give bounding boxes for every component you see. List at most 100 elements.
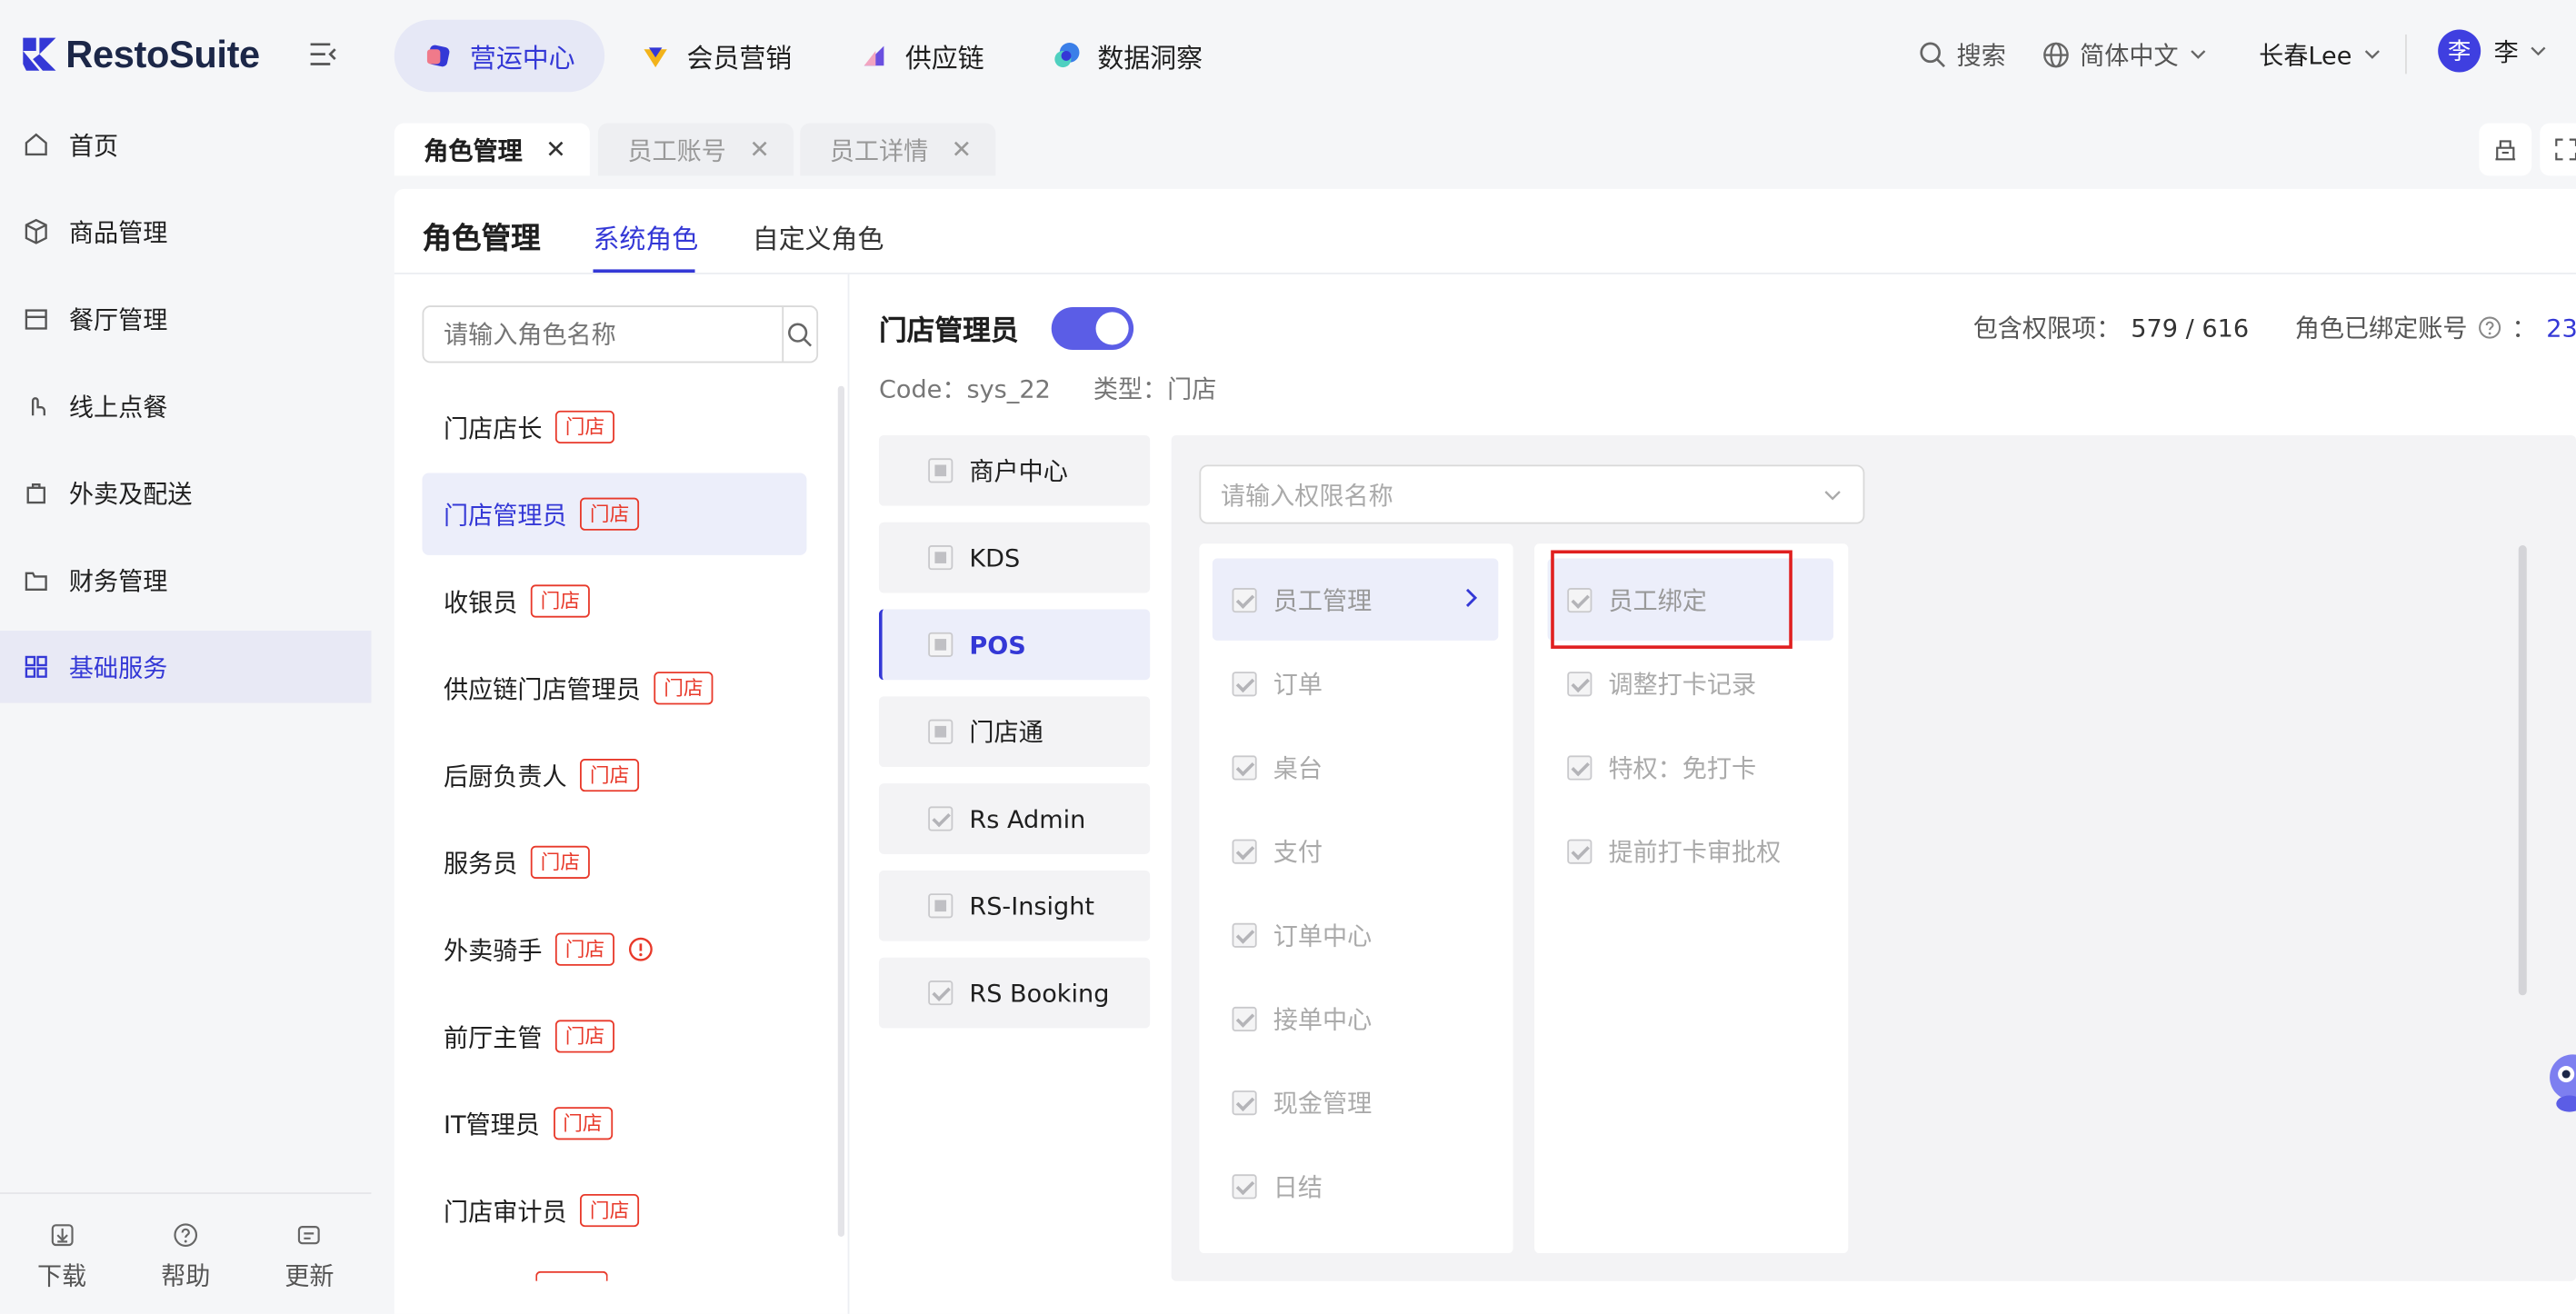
permission-level1-column: 员工管理 订单 桌台 支付 订单中心 接单中心 现金管理 日结 xyxy=(1199,543,1513,1254)
role-enable-toggle[interactable] xyxy=(1051,306,1134,350)
checkbox[interactable] xyxy=(928,719,954,744)
role-item[interactable]: IT管理员 门店 xyxy=(423,1082,807,1164)
role-item[interactable]: 门店店长 门店 xyxy=(423,386,807,468)
permission-search-select[interactable]: 请输入权限名称 xyxy=(1199,464,1865,524)
permission-item[interactable]: 订单 xyxy=(1213,642,1498,724)
category-item[interactable]: KDS xyxy=(878,522,1151,593)
assistant-mascot[interactable] xyxy=(2543,1045,2576,1118)
role-item[interactable]: 供应链门店管理员 门店 xyxy=(423,647,807,729)
sidebar-item-products[interactable]: 商品管理 xyxy=(0,195,371,268)
close-icon[interactable]: ✕ xyxy=(545,134,566,164)
permission-item[interactable]: 接单中心 xyxy=(1213,977,1498,1059)
category-item[interactable]: 门店通 xyxy=(878,696,1151,768)
topnav-data-insight[interactable]: 数据洞察 xyxy=(1022,20,1232,93)
role-name: 门店管理员 xyxy=(443,500,567,530)
role-item[interactable]: 门店管理员 门店 xyxy=(422,473,807,555)
sidebar-item-restaurant[interactable]: 餐厅管理 xyxy=(0,283,371,355)
app-logo[interactable]: RestoSuite xyxy=(20,30,260,79)
sidebar-item-online-order[interactable]: 线上点餐 xyxy=(0,370,371,443)
permission-item[interactable]: 调整打卡记录 xyxy=(1548,642,1833,724)
download-button[interactable]: 下载 xyxy=(37,1222,86,1293)
permission-item[interactable]: 桌台 xyxy=(1213,726,1498,808)
role-item[interactable]: 外卖骑手 门店 xyxy=(423,908,807,990)
permission-label: 提前打卡审批权 xyxy=(1608,836,1782,867)
close-icon[interactable]: ✕ xyxy=(749,134,770,164)
panel-divider xyxy=(847,274,850,1314)
checkbox[interactable] xyxy=(928,981,954,1006)
checkbox[interactable] xyxy=(928,806,954,831)
category-item[interactable]: POS xyxy=(878,609,1151,681)
language-select[interactable]: 简体中文 xyxy=(2042,36,2209,73)
permission-item[interactable]: 支付 xyxy=(1213,810,1498,891)
topnav-supply-chain[interactable]: 供应链 xyxy=(830,20,1013,93)
checkbox[interactable] xyxy=(1567,754,1593,780)
role-tag: 门店 xyxy=(554,1020,615,1053)
page-tab-employee-account[interactable]: 员工账号 ✕ xyxy=(597,123,794,176)
permission-item[interactable]: 特权：免打卡 xyxy=(1548,726,1833,808)
page-tab-employee-detail[interactable]: 员工详情 ✕ xyxy=(800,123,995,176)
help-icon[interactable] xyxy=(2477,315,2501,340)
role-name: IT管理员 xyxy=(443,1109,540,1140)
checkbox[interactable] xyxy=(928,893,954,919)
collapse-menu-icon[interactable] xyxy=(309,39,339,69)
checkbox[interactable] xyxy=(928,632,954,657)
search-label: 搜索 xyxy=(1956,40,2006,70)
checkbox[interactable] xyxy=(1232,921,1257,947)
permission-scrollbar[interactable] xyxy=(2518,545,2527,996)
role-item[interactable]: 服务员 门店 xyxy=(423,821,807,903)
sidebar-item-finance[interactable]: 财务管理 xyxy=(0,543,371,616)
category-item[interactable]: 商户中心 xyxy=(878,434,1151,506)
role-item[interactable]: 收银员 门店 xyxy=(423,560,807,642)
permission-item[interactable]: 现金管理 xyxy=(1213,1061,1498,1143)
role-tag: 门店 xyxy=(530,584,590,618)
close-icon[interactable]: ✕ xyxy=(952,134,973,164)
home-view-button[interactable] xyxy=(2479,123,2532,176)
role-item[interactable]: 后厨负责人 门店 xyxy=(423,734,807,816)
permission-item[interactable]: 提前打卡审批权 xyxy=(1548,810,1833,891)
role-item[interactable]: 前厅主管 门店 xyxy=(423,995,807,1077)
checkbox[interactable] xyxy=(928,545,954,571)
search-button[interactable]: 搜索 xyxy=(1919,36,2006,73)
category-item[interactable]: Rs Admin xyxy=(878,783,1151,854)
tab-custom-roles[interactable]: 自定义角色 xyxy=(753,217,884,256)
role-item[interactable]: 门店审计员 门店 xyxy=(423,1170,807,1251)
sidebar-item-delivery[interactable]: 外卖及配送 xyxy=(0,456,371,529)
checkbox[interactable] xyxy=(1232,587,1257,612)
highlight-box xyxy=(1551,550,1792,649)
tab-system-roles[interactable]: 系统角色 xyxy=(593,217,698,256)
permission-label: 订单中心 xyxy=(1273,921,1373,951)
bound-accounts-value[interactable]: 230 xyxy=(2546,313,2576,343)
checkbox[interactable] xyxy=(1232,671,1257,696)
mascot-icon xyxy=(2550,1054,2576,1112)
category-item[interactable]: RS-Insight xyxy=(878,870,1151,941)
colon: ： xyxy=(2511,314,2537,343)
category-item[interactable]: RS Booking xyxy=(878,957,1151,1029)
update-icon xyxy=(298,1226,321,1245)
permission-item[interactable]: 订单中心 xyxy=(1213,893,1498,975)
checkbox[interactable] xyxy=(1232,754,1257,780)
topnav-operations[interactable]: 营运中心 xyxy=(394,19,605,93)
checkbox[interactable] xyxy=(1232,1173,1257,1199)
role-tag: 门店 xyxy=(553,1107,613,1140)
checkbox[interactable] xyxy=(1232,1090,1257,1115)
store-select[interactable]: 长春Lee xyxy=(2259,36,2381,73)
checkbox[interactable] xyxy=(1232,1006,1257,1031)
sidebar-item-home[interactable]: 首页 xyxy=(0,108,371,181)
checkbox[interactable] xyxy=(1567,838,1593,863)
sidebar-item-label: 财务管理 xyxy=(68,565,168,596)
checkbox[interactable] xyxy=(1567,671,1593,696)
checkbox[interactable] xyxy=(1232,838,1257,863)
user-menu[interactable]: 李 李 xyxy=(2438,29,2548,73)
role-list-scrollbar[interactable] xyxy=(837,385,845,1237)
role-search-button[interactable] xyxy=(782,306,816,362)
permission-item[interactable]: 日结 xyxy=(1213,1145,1498,1227)
role-search-input[interactable] xyxy=(424,306,783,362)
page-tab-role-management[interactable]: 角色管理 ✕ xyxy=(394,123,590,176)
checkbox[interactable] xyxy=(928,458,954,483)
update-button[interactable]: 更新 xyxy=(285,1222,334,1293)
fullscreen-button[interactable] xyxy=(2540,123,2576,176)
permission-item[interactable]: 员工管理 xyxy=(1212,558,1499,641)
topnav-member-marketing[interactable]: 会员营销 xyxy=(611,20,821,93)
sidebar-item-basic-services[interactable]: 基础服务 xyxy=(0,631,372,703)
help-button[interactable]: 帮助 xyxy=(161,1222,210,1293)
